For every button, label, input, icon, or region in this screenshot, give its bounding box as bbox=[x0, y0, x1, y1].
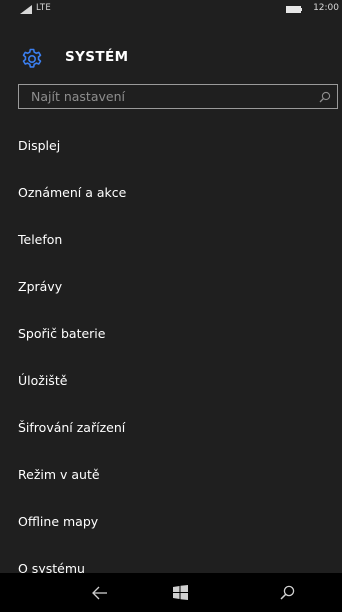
settings-item-driving-mode[interactable]: Režim v autě bbox=[0, 451, 342, 498]
settings-item-storage[interactable]: Úložiště bbox=[0, 357, 342, 404]
settings-item-notifications[interactable]: Oznámení a akce bbox=[0, 169, 342, 216]
signal-bars-icon bbox=[20, 5, 32, 14]
back-button[interactable] bbox=[70, 573, 130, 612]
settings-item-displej[interactable]: Displej bbox=[0, 122, 342, 169]
network-type: LTE bbox=[36, 3, 52, 13]
settings-item-offline-maps[interactable]: Offline mapy bbox=[0, 498, 342, 545]
back-arrow-icon bbox=[92, 586, 107, 599]
search-button[interactable] bbox=[257, 573, 317, 612]
navigation-bar bbox=[0, 573, 342, 612]
page-title: SYSTÉM bbox=[65, 49, 129, 65]
settings-item-messages[interactable]: Zprávy bbox=[0, 263, 342, 310]
search-input[interactable]: Najít nastavení bbox=[18, 84, 338, 109]
start-button[interactable] bbox=[150, 573, 210, 612]
settings-item-device-encryption[interactable]: Šifrování zařízení bbox=[0, 404, 342, 451]
search-icon bbox=[279, 585, 294, 600]
gear-icon bbox=[22, 48, 42, 68]
windows-logo-icon bbox=[172, 585, 188, 600]
status-time: 12:00 bbox=[313, 3, 339, 13]
status-bar: LTE 12:00 bbox=[0, 0, 342, 18]
settings-item-battery-saver[interactable]: Spořič baterie bbox=[0, 310, 342, 357]
search-icon[interactable] bbox=[319, 91, 331, 103]
search-placeholder: Najít nastavení bbox=[31, 89, 125, 104]
battery-icon bbox=[286, 6, 302, 13]
settings-screen: LTE 12:00 SYSTÉM Najít nastavení Displej… bbox=[0, 0, 342, 612]
settings-list: Displej Oznámení a akce Telefon Zprávy S… bbox=[0, 122, 342, 592]
settings-item-phone[interactable]: Telefon bbox=[0, 216, 342, 263]
